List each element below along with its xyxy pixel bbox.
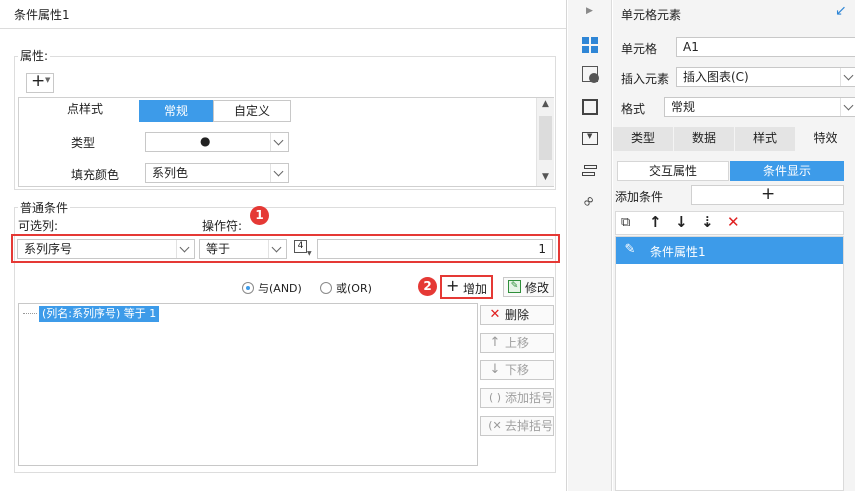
attribute-group-label: 属性: <box>18 47 51 64</box>
panel-title-bar: 条件属性1 <box>0 0 566 29</box>
add-bracket-button[interactable]: ( ) 添加括号 <box>480 388 554 408</box>
insert-element-select[interactable]: 插入图表(C) <box>676 67 855 87</box>
collapse-arrow-icon[interactable]: ▶ <box>586 6 593 16</box>
step-marker-2: 2 <box>418 277 437 296</box>
or-radio[interactable]: 或(OR) <box>320 280 376 296</box>
modify-condition-button[interactable]: ✎ 修改 <box>503 277 554 297</box>
close-icon: ✕ <box>489 307 501 322</box>
modify-icon: ✎ <box>508 280 521 293</box>
bracket-icon: ( ) <box>488 391 502 404</box>
move-up-button[interactable]: ↑ 上移 <box>480 333 554 353</box>
attribute-list: 点样式 常规 自定义 类型 ● 填充颜色 系列色 ▲ ▼ <box>18 97 554 187</box>
condition-attribute-list: ✎ 条件属性1 <box>615 236 844 491</box>
add-attribute-button[interactable]: + ▼ <box>26 71 54 93</box>
move-to-bottom-icon[interactable]: ⇣ <box>701 213 714 231</box>
chevron-down-icon <box>179 242 190 253</box>
operator-select[interactable]: 等于 <box>199 239 287 259</box>
tab-effect[interactable]: 特效 <box>796 127 855 151</box>
delete-icon[interactable]: ✕ <box>727 213 740 231</box>
plus-icon: + <box>446 276 460 295</box>
pencil-icon: ✎ <box>624 242 636 257</box>
value-type-button[interactable]: 4 ▼ <box>293 239 313 258</box>
subtab-condition-display[interactable]: 条件显示 <box>730 161 844 181</box>
chevron-down-icon <box>273 135 284 146</box>
chevron-down-icon <box>271 242 282 253</box>
plus-icon: + <box>31 71 46 91</box>
scroll-down-icon: ▼ <box>542 172 549 182</box>
move-down-button[interactable]: ↓ 下移 <box>480 360 554 380</box>
caret-down-icon: ▼ <box>45 76 51 84</box>
step-marker-1: 1 <box>250 206 269 225</box>
column-select[interactable]: 系列序号 <box>17 239 195 259</box>
fill-color-select[interactable]: 系列色 <box>145 163 289 183</box>
subtab-interaction[interactable]: 交互属性 <box>617 161 729 181</box>
expand-icon[interactable]: ↙ <box>835 3 847 19</box>
panel-title: 条件属性1 <box>14 8 70 22</box>
condition-list: (列名:系列序号) 等于 1 <box>18 303 478 466</box>
condition-value-input[interactable]: 1 <box>317 239 553 259</box>
number-type-icon: 4 <box>294 240 307 253</box>
chevron-down-icon <box>843 70 854 81</box>
format-label: 格式 <box>621 102 646 116</box>
point-style-label: 点样式 <box>67 102 104 116</box>
side-icon-strip: ▶ ▼ ∞ <box>568 0 612 491</box>
scroll-up-icon: ▲ <box>542 99 549 109</box>
cell-element-icon[interactable] <box>582 37 598 53</box>
arrow-up-icon: ↑ <box>489 335 501 350</box>
cell-label: 单元格 <box>621 42 658 56</box>
cell-input[interactable]: A1 <box>676 37 855 57</box>
scroll-thumb[interactable] <box>539 116 552 160</box>
operator-label: 操作符: <box>202 219 243 233</box>
add-condition-label: 添加条件 <box>615 190 664 204</box>
tab-style[interactable]: 样式 <box>735 127 795 151</box>
dot-shape-value: ● <box>200 134 211 148</box>
delete-button[interactable]: ✕ 删除 <box>480 305 554 325</box>
condition-attribute-panel: 条件属性1 属性: + ▼ 点样式 常规 自定义 类型 ● 填充颜色 系列色 ▲ <box>0 0 567 491</box>
radio-unselected <box>320 282 332 294</box>
condition-list-item[interactable]: ✎ 条件属性1 <box>616 237 843 264</box>
condition-group-label: 普通条件 <box>18 199 71 216</box>
chevron-down-icon <box>843 100 854 111</box>
insert-element-label: 插入元素 <box>621 72 670 86</box>
column-label: 可选列: <box>18 219 59 233</box>
link-icon[interactable]: ∞ <box>577 190 599 212</box>
format-select[interactable]: 常规 <box>664 97 855 117</box>
tab-data[interactable]: 数据 <box>674 127 734 151</box>
point-style-tab-normal[interactable]: 常规 <box>139 100 213 122</box>
arrow-down-icon: ↓ <box>489 362 501 377</box>
point-style-tab-custom[interactable]: 自定义 <box>213 100 291 122</box>
border-icon[interactable] <box>582 99 598 115</box>
copy-icon[interactable]: ⧉ <box>621 215 630 230</box>
type-label: 类型 <box>71 136 96 150</box>
tree-line <box>23 313 37 314</box>
remove-bracket-icon: (✕ <box>488 419 502 432</box>
add-condition-plus-button[interactable]: + <box>691 184 844 205</box>
fill-color-label: 填充颜色 <box>71 168 120 182</box>
plus-icon: + <box>761 184 776 204</box>
arrow-up-icon[interactable]: ↑ <box>649 213 662 231</box>
chevron-down-icon <box>273 166 284 177</box>
and-radio[interactable]: 与(AND) <box>242 280 302 296</box>
remove-bracket-button[interactable]: (✕ 去掉括号 <box>480 416 554 436</box>
type-select[interactable]: ● <box>145 132 289 152</box>
condition-list-toolbar: ⧉ ↑ ↓ ⇣ ✕ <box>615 211 844 235</box>
condition-item[interactable]: (列名:系列序号) 等于 1 <box>39 306 160 322</box>
arrow-down-icon[interactable]: ↓ <box>675 213 688 231</box>
cell-element-panel: 单元格元素 ↙ 单元格 A1 插入元素 插入图表(C) 格式 常规 类型 数据 … <box>613 0 855 491</box>
caret-down-icon: ▼ <box>307 250 312 257</box>
condition-icon[interactable] <box>582 164 598 178</box>
tab-type[interactable]: 类型 <box>613 127 673 151</box>
widget-icon[interactable]: ▼ <box>582 132 598 145</box>
add-condition-button[interactable]: + 增加 <box>440 275 493 299</box>
radio-selected <box>242 282 254 294</box>
attribute-scrollbar[interactable]: ▲ ▼ <box>536 98 554 186</box>
cell-attribute-icon[interactable] <box>582 66 599 83</box>
right-panel-title: 单元格元素 <box>621 8 682 22</box>
